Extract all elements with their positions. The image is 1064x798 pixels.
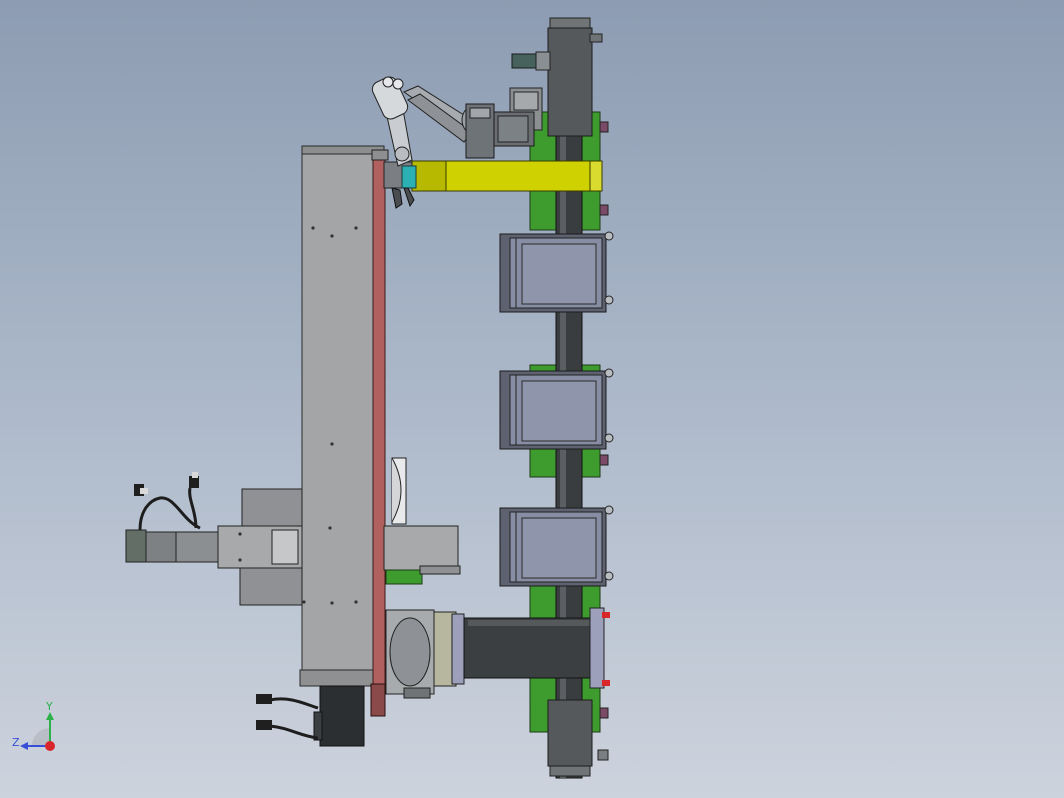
- robot-arm[interactable]: [370, 74, 535, 167]
- center-carriage[interactable]: [383, 457, 461, 585]
- tray-1[interactable]: [499, 231, 614, 313]
- y-axis-arrow: [46, 712, 54, 720]
- tray-2[interactable]: [499, 368, 614, 450]
- z-axis-arrow: [20, 742, 28, 750]
- z-axis-label: Z: [12, 736, 20, 749]
- yellow-beam[interactable]: [411, 160, 603, 192]
- assembly-drawing[interactable]: Y Z: [0, 0, 1064, 798]
- side-motor-assembly[interactable]: [125, 472, 303, 606]
- gripper-head[interactable]: [383, 161, 417, 209]
- axis-triad: Y Z: [12, 700, 55, 751]
- y-axis-label: Y: [45, 700, 53, 713]
- linear-rail[interactable]: [370, 149, 389, 717]
- cad-viewport[interactable]: Y Z: [0, 0, 1064, 798]
- tray-3[interactable]: [499, 505, 614, 587]
- triad-origin-icon: [45, 741, 55, 751]
